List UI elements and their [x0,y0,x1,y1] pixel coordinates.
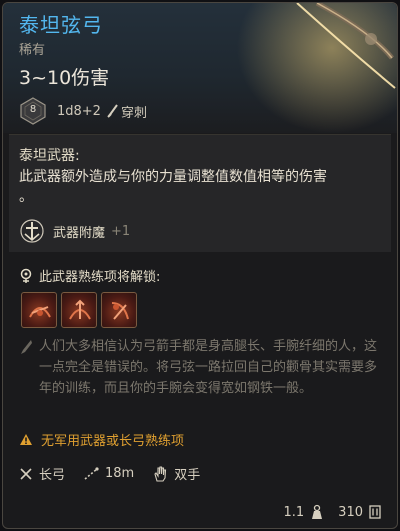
damage-dice-row: 8 1d8+2 穿刺 [19,96,147,126]
quill-icon [21,340,32,354]
enchantment-icon [20,219,44,243]
proficiency-action-1-icon[interactable] [21,292,57,328]
handedness-property[interactable]: 双手 [152,464,200,483]
weapon-type: 长弓 [39,468,66,483]
lore-text: 人们大多相信认为弓箭手都是身高腿长、手腕纤细的人，这一点完全是错误的。将弓弦一路… [39,339,378,396]
handedness: 双手 [174,468,201,483]
proficiency-action-2-icon[interactable] [61,292,97,328]
proficiency-warning: 无军用武器或长弓熟练项 [41,434,185,449]
d8-dice-icon: 8 [19,97,47,125]
weapon-trait-line-1: 此武器额外造成与你的力量调整值数值相等的伤害 [19,169,327,185]
proficiency-unlock-icon [20,268,32,283]
crossed-weapons-icon [20,467,32,480]
item-footer: 1.1 310 [283,504,381,520]
piercing-icon [107,104,118,118]
weapon-trait-title: 泰坦武器: [19,148,80,164]
weapon-trait-section: 泰坦武器: 此武器额外造成与你的力量调整值数值相等的伤害 。 武器附魔 +1 [9,134,391,252]
weapon-trait-line-2: 。 [19,189,33,205]
weapon-properties: 长弓 18m 双手 [19,464,218,483]
enchantment-row[interactable]: 武器附魔 +1 [19,217,130,245]
range-icon [84,466,99,480]
item-rarity: 稀有 [19,43,46,58]
weapon-range: 18m [105,466,135,481]
item-weight: 1.1 [283,504,305,520]
weapon-type-property[interactable]: 长弓 [19,464,65,483]
item-tooltip: 泰坦弦弓 稀有 3~10伤害 8 1d8+2 穿刺 泰坦武器: 此武器额外造成与… [2,2,398,529]
enchantment-label: 武器附魔 [53,225,106,241]
proficiency-title: 此武器熟练项将解锁: [39,270,161,285]
dice-formula: 1d8+2 [57,103,101,119]
weight-icon [312,504,323,519]
proficiency-action-3-icon[interactable] [101,292,137,328]
hand-icon [154,465,167,482]
proficiency-header: 此武器熟练项将解锁: [19,266,160,285]
item-price: 310 [338,504,363,520]
dice-face-number: 8 [29,104,37,115]
gold-coin-icon [369,505,381,519]
tooltip-header: 泰坦弦弓 稀有 3~10伤害 8 1d8+2 穿刺 [3,3,397,133]
warning-icon [20,434,32,445]
proficiency-actions [21,292,137,328]
item-damage: 3~10伤害 [19,67,110,89]
enchantment-value: +1 [111,223,131,239]
range-property[interactable]: 18m [83,466,134,481]
item-title: 泰坦弦弓 [19,13,103,37]
warning-row: 无军用武器或长弓熟练项 [19,430,184,449]
bow-art-icon [296,3,396,89]
weapon-trait-description: 此武器额外造成与你的力量调整值数值相等的伤害 。 [19,167,379,207]
damage-type: 穿刺 [120,105,147,121]
